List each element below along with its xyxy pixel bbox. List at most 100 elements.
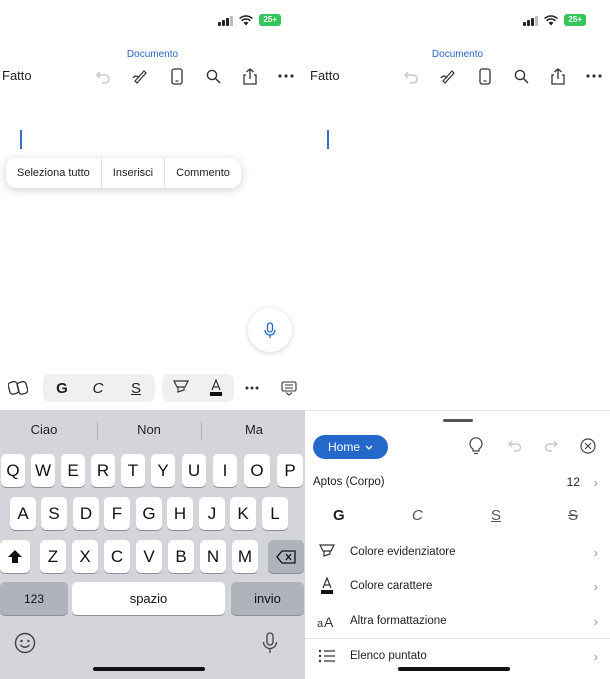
numbers-key[interactable]: 123 — [0, 582, 68, 615]
suggestion-separator — [201, 422, 202, 440]
undo-icon[interactable] — [507, 439, 523, 458]
key[interactable]: G — [136, 497, 162, 530]
key[interactable]: Y — [151, 454, 175, 487]
italic-button[interactable]: C — [86, 376, 110, 400]
search-icon[interactable] — [511, 66, 531, 86]
svg-text:A: A — [324, 614, 334, 628]
key[interactable]: B — [168, 540, 194, 573]
svg-text:a: a — [317, 618, 324, 628]
mobile-view-icon[interactable] — [167, 66, 187, 86]
key[interactable]: P — [277, 454, 303, 487]
backspace-key[interactable] — [268, 540, 304, 573]
key[interactable]: F — [104, 497, 130, 530]
bold-button[interactable]: G — [50, 376, 74, 400]
status-bar: 25+ — [218, 14, 281, 26]
key[interactable]: A — [10, 497, 36, 530]
key[interactable]: X — [72, 540, 98, 573]
highlighter-icon — [314, 544, 340, 560]
text-cursor — [20, 130, 22, 149]
sheet-grabber[interactable] — [443, 419, 473, 422]
dictation-icon[interactable] — [262, 632, 278, 659]
font-color-icon[interactable] — [204, 376, 228, 400]
undo-icon[interactable] — [93, 66, 113, 86]
key[interactable]: Q — [1, 454, 25, 487]
suggestion-1[interactable]: Ciao — [4, 422, 84, 437]
draw-icon[interactable] — [130, 66, 150, 86]
signal-icon — [218, 15, 234, 26]
close-icon[interactable] — [580, 438, 596, 459]
key[interactable]: E — [61, 454, 85, 487]
key[interactable]: U — [182, 454, 206, 487]
home-tab-dropdown[interactable]: Home — [313, 435, 388, 459]
key[interactable]: L — [262, 497, 288, 530]
suggestion-2[interactable]: Non — [109, 422, 189, 437]
key[interactable]: V — [136, 540, 162, 573]
lightbulb-icon[interactable] — [469, 437, 483, 460]
more-icon[interactable] — [584, 66, 604, 86]
key[interactable]: I — [213, 454, 237, 487]
keyboard: Ciao Non Ma Q W E R T Y U I O P A S D F … — [0, 410, 305, 679]
select-all-option[interactable]: Seleziona tutto — [6, 158, 102, 188]
comment-option[interactable]: Commento — [165, 158, 241, 188]
key[interactable]: M — [232, 540, 258, 573]
home-indicator — [93, 667, 205, 671]
highlighter-row[interactable]: Colore evidenziatore › — [305, 535, 610, 569]
insert-option[interactable]: Inserisci — [102, 158, 166, 188]
highlighter-icon[interactable] — [169, 376, 193, 400]
copilot-icon[interactable] — [4, 376, 32, 400]
font-name-row[interactable]: Aptos (Corpo) 12 › — [305, 465, 610, 499]
share-icon[interactable] — [240, 66, 260, 86]
key[interactable]: H — [167, 497, 193, 530]
done-button[interactable]: Fatto — [310, 68, 340, 83]
key[interactable]: C — [104, 540, 130, 573]
key[interactable]: N — [200, 540, 226, 573]
more-icon[interactable] — [276, 66, 296, 86]
left-screen: 25+ Documento Fatto Seleziona tutto Inse… — [0, 0, 305, 679]
key[interactable]: K — [230, 497, 256, 530]
key[interactable]: W — [31, 454, 55, 487]
chevron-right-icon: › — [593, 544, 598, 560]
space-key[interactable]: spazio — [72, 582, 225, 615]
underline-button[interactable]: S — [124, 376, 148, 400]
key[interactable]: S — [41, 497, 67, 530]
mobile-view-icon[interactable] — [475, 66, 495, 86]
key[interactable]: R — [91, 454, 115, 487]
home-indicator — [398, 667, 510, 671]
underline-button[interactable]: S — [491, 507, 501, 524]
redo-icon[interactable] — [543, 439, 559, 458]
top-toolbar: Fatto — [305, 66, 610, 86]
italic-button[interactable]: C — [412, 507, 423, 524]
key[interactable]: O — [244, 454, 270, 487]
bullet-list-label: Elenco puntato — [350, 650, 427, 662]
key[interactable]: D — [73, 497, 99, 530]
strikethrough-button[interactable]: S — [568, 507, 578, 524]
key[interactable]: Z — [40, 540, 66, 573]
top-toolbar: Fatto — [0, 66, 305, 86]
font-color-row[interactable]: Colore carattere › — [305, 569, 610, 603]
battery-indicator: 25+ — [259, 14, 281, 26]
shift-icon — [8, 550, 22, 563]
dictate-button[interactable] — [248, 308, 292, 352]
format-sheet: Home Aptos (Corpo) 12 › G C S S Colore e… — [305, 410, 610, 679]
suggestion-3[interactable]: Ma — [214, 422, 294, 437]
shift-key[interactable] — [0, 540, 30, 573]
share-icon[interactable] — [548, 66, 568, 86]
search-icon[interactable] — [203, 66, 223, 86]
font-name-value: Aptos (Corpo) — [313, 476, 385, 488]
bold-button[interactable]: G — [333, 507, 345, 524]
return-key[interactable]: invio — [231, 582, 304, 615]
draw-icon[interactable] — [438, 66, 458, 86]
font-size-icon: aA — [314, 614, 340, 628]
key[interactable]: J — [199, 497, 225, 530]
backspace-icon — [276, 549, 296, 564]
document-title[interactable]: Documento — [305, 49, 610, 60]
more-formatting-row[interactable]: aA Altra formattazione › — [305, 604, 610, 638]
emoji-icon[interactable] — [14, 632, 36, 659]
more-format-icon[interactable] — [242, 376, 262, 400]
chevron-right-icon: › — [593, 578, 598, 594]
document-title[interactable]: Documento — [0, 49, 305, 60]
undo-icon[interactable] — [401, 66, 421, 86]
hide-keyboard-icon[interactable] — [278, 376, 300, 400]
key[interactable]: T — [121, 454, 145, 487]
done-button[interactable]: Fatto — [2, 68, 32, 83]
